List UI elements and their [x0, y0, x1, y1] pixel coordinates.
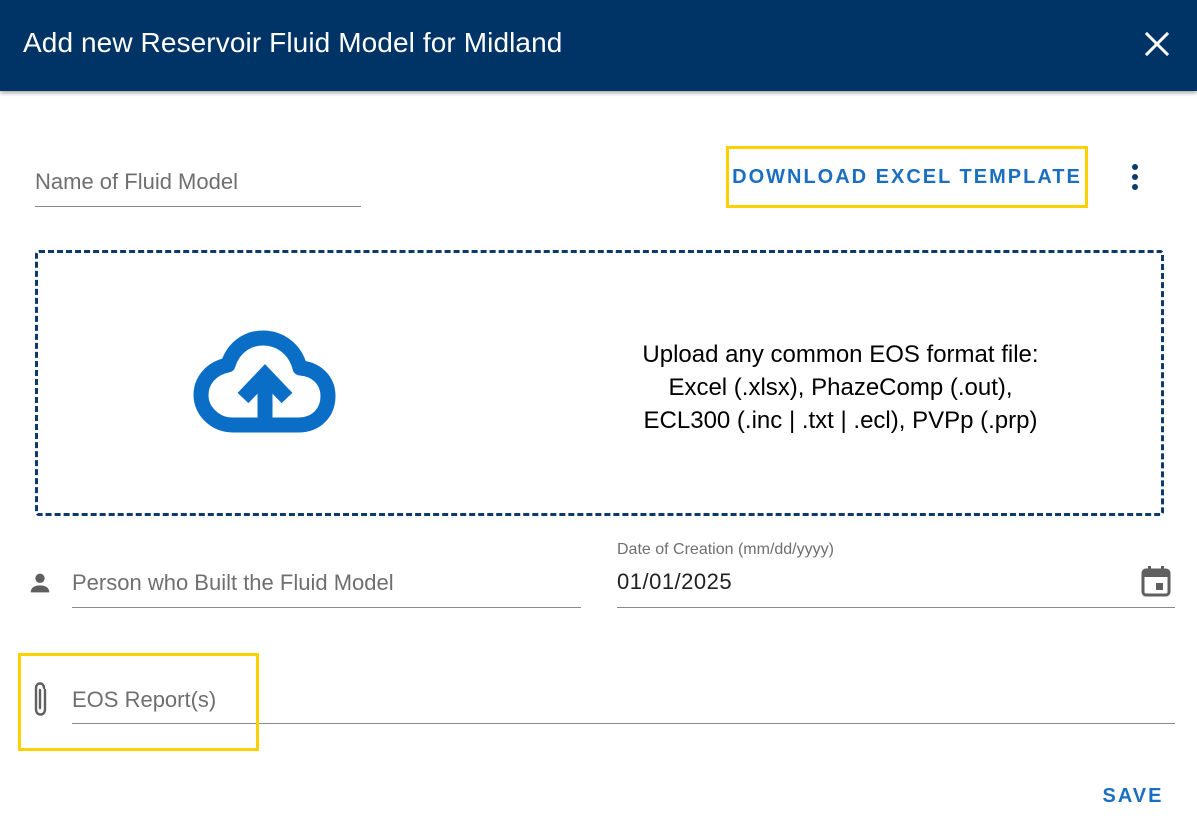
save-button[interactable]: SAVE: [1094, 778, 1172, 814]
paperclip-icon[interactable]: [28, 680, 54, 718]
download-excel-template-button[interactable]: DOWNLOAD EXCEL TEMPLATE: [726, 146, 1088, 208]
upload-instructions: Upload any common EOS format file: Excel…: [578, 338, 1103, 437]
close-icon[interactable]: [1139, 26, 1175, 62]
cloud-upload-icon: [193, 330, 336, 433]
close-button[interactable]: [1139, 26, 1175, 62]
calendar-icon[interactable]: [1140, 565, 1172, 597]
upload-instructions-line-1: Upload any common EOS format file:: [642, 341, 1039, 368]
file-upload-dropzone[interactable]: Upload any common EOS format file: Excel…: [35, 250, 1164, 516]
upload-instructions-line-3: ECL300 (.inc | .txt | .ecl), PVPp (.prp): [643, 407, 1038, 434]
person-who-built-placeholder: Person who Built the Fluid Model: [72, 570, 394, 595]
more-options-button[interactable]: [1122, 160, 1148, 194]
date-of-creation-label: Date of Creation (mm/dd/yyyy): [617, 541, 834, 558]
more-vert-icon[interactable]: [1122, 160, 1148, 194]
save-label: SAVE: [1102, 784, 1164, 807]
dialog-title: Add new Reservoir Fluid Model for Midlan…: [23, 27, 563, 58]
date-of-creation-value[interactable]: 01/01/2025: [617, 569, 732, 595]
upload-instructions-line-2: Excel (.xlsx), PhazeComp (.out),: [668, 374, 1013, 401]
person-who-built-field[interactable]: Person who Built the Fluid Model: [72, 560, 581, 608]
eos-reports-placeholder: EOS Report(s): [72, 687, 217, 712]
download-excel-template-label: DOWNLOAD EXCEL TEMPLATE: [732, 165, 1082, 188]
fluid-model-name-placeholder: Name of Fluid Model: [35, 169, 238, 194]
fluid-model-name-field[interactable]: Name of Fluid Model: [35, 160, 361, 207]
dialog-header: Add new Reservoir Fluid Model for Midlan…: [0, 0, 1197, 91]
person-icon: [30, 573, 50, 593]
eos-reports-field[interactable]: EOS Report(s): [72, 677, 1175, 724]
